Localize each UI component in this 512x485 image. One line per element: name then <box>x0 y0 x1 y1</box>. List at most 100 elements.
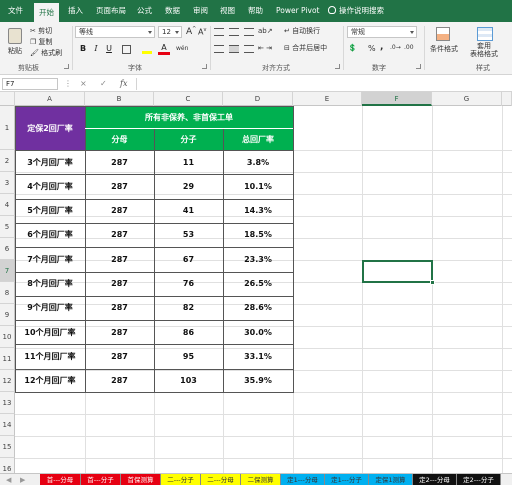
cell-numerator[interactable]: 11 <box>154 150 223 174</box>
tab-review[interactable]: 审阅 <box>193 0 208 22</box>
sheet-tab[interactable]: 首---分子 <box>81 474 121 485</box>
selected-cell-f7[interactable] <box>362 260 435 285</box>
row-header-8[interactable]: 8 <box>0 282 15 304</box>
cell-denominator[interactable]: 287 <box>85 272 154 296</box>
wrap-text-button[interactable]: ↵ 自动换行 <box>284 26 320 36</box>
align-top-icon[interactable] <box>214 28 224 36</box>
scroll-left-icon[interactable]: ◀ <box>6 474 11 485</box>
row-header-5[interactable]: 5 <box>0 216 15 238</box>
column-header-a[interactable]: A <box>15 92 85 106</box>
cell-row-label[interactable]: 8个月回厂率 <box>15 272 85 296</box>
scroll-right-icon[interactable]: ▶ <box>20 474 25 485</box>
currency-icon[interactable]: 💲 <box>348 44 357 52</box>
bold-button[interactable]: B <box>77 43 89 55</box>
number-format-dropdown[interactable]: 常规 <box>347 26 417 38</box>
row-header-14[interactable]: 14 <box>0 414 15 436</box>
row-header-6[interactable]: 6 <box>0 238 15 260</box>
sheet-tab[interactable]: 定2---分母 <box>413 474 457 485</box>
tab-view[interactable]: 视图 <box>220 0 235 22</box>
tab-data[interactable]: 数据 <box>165 0 180 22</box>
cell-denominator[interactable]: 287 <box>85 223 154 247</box>
tab-power-pivot[interactable]: Power Pivot <box>276 0 319 22</box>
font-size-dropdown[interactable]: 12 <box>158 26 182 38</box>
cell-d2-header[interactable]: 总回厂率 <box>223 128 293 150</box>
column-header-g[interactable]: G <box>432 92 502 106</box>
cell-denominator[interactable]: 287 <box>85 320 154 344</box>
tab-file[interactable]: 文件 <box>8 0 23 22</box>
underline-button[interactable]: U <box>103 43 115 55</box>
cell-b1-merged-header[interactable]: 所有非保养、非首保工单 <box>85 106 293 128</box>
cell-rate[interactable]: 3.8% <box>223 150 293 174</box>
column-header-e[interactable]: E <box>293 92 362 106</box>
cell-denominator[interactable]: 287 <box>85 344 154 368</box>
cell-denominator[interactable]: 287 <box>85 369 154 393</box>
tab-formulas[interactable]: 公式 <box>137 0 152 22</box>
cell-denominator[interactable]: 287 <box>85 150 154 174</box>
decrease-decimal-icon[interactable]: .00 <box>404 44 414 51</box>
row-header-9[interactable]: 9 <box>0 304 15 326</box>
spreadsheet-grid[interactable]: A B C D E F G 1 2 3 4 5 6 7 8 9 10 11 12… <box>0 92 512 473</box>
enter-icon[interactable]: ✓ <box>100 78 107 90</box>
cell-rate[interactable]: 33.1% <box>223 344 293 368</box>
cell-denominator[interactable]: 287 <box>85 296 154 320</box>
column-header-b[interactable]: B <box>85 92 154 106</box>
font-name-dropdown[interactable]: 等线 <box>75 26 155 38</box>
row-header-13[interactable]: 13 <box>0 392 15 414</box>
row-header-10[interactable]: 10 <box>0 326 15 348</box>
cell-row-label[interactable]: 3个月回厂率 <box>15 150 85 174</box>
cell-b2-header[interactable]: 分母 <box>85 128 154 150</box>
sheet-tab[interactable]: 定2---分子 <box>457 474 501 485</box>
cell-rate[interactable]: 14.3% <box>223 199 293 223</box>
border-icon[interactable] <box>122 45 131 54</box>
row-header-2[interactable]: 2 <box>0 150 15 172</box>
format-painter-button[interactable]: 🖌 格式刷 <box>30 48 62 58</box>
tab-insert[interactable]: 插入 <box>68 0 83 22</box>
cell-row-label[interactable]: 12个月回厂率 <box>15 369 85 393</box>
cell-numerator[interactable]: 67 <box>154 247 223 271</box>
increase-decimal-icon[interactable]: .0→ <box>390 44 401 51</box>
conditional-format-icon[interactable] <box>436 27 450 41</box>
name-box[interactable]: F7 <box>2 78 58 90</box>
cell-row-label[interactable]: 9个月回厂率 <box>15 296 85 320</box>
cell-numerator[interactable]: 95 <box>154 344 223 368</box>
comma-button[interactable]: , <box>380 42 383 52</box>
decrease-font-icon[interactable]: Av <box>198 27 206 37</box>
sheet-tab[interactable]: 首保测算 <box>121 474 161 485</box>
sheet-tab[interactable]: 首---分母 <box>40 474 81 485</box>
cell-numerator[interactable]: 76 <box>154 272 223 296</box>
cell-rate[interactable]: 26.5% <box>223 272 293 296</box>
percent-button[interactable]: % <box>368 44 376 53</box>
fill-color-icon[interactable] <box>142 45 152 54</box>
conditional-format-button[interactable]: 条件格式 <box>430 44 458 54</box>
phonetic-icon[interactable]: wén <box>176 45 188 52</box>
cell-row-label[interactable]: 5个月回厂率 <box>15 199 85 223</box>
column-header-h[interactable] <box>502 92 512 106</box>
cell-row-label[interactable]: 4个月回厂率 <box>15 174 85 198</box>
cell-denominator[interactable]: 287 <box>85 174 154 198</box>
paste-icon[interactable] <box>8 28 22 44</box>
indent-icon[interactable]: ⇤ ⇥ <box>258 44 272 52</box>
tab-page-layout[interactable]: 页面布局 <box>96 0 126 22</box>
row-header-11[interactable]: 11 <box>0 348 15 370</box>
number-launcher[interactable] <box>416 64 421 69</box>
cell-rate[interactable]: 35.9% <box>223 369 293 393</box>
cell-numerator[interactable]: 53 <box>154 223 223 247</box>
table-format-icon[interactable] <box>477 27 493 41</box>
alignment-launcher[interactable] <box>335 64 340 69</box>
fill-handle[interactable] <box>430 280 435 285</box>
cell-numerator[interactable]: 41 <box>154 199 223 223</box>
italic-button[interactable]: I <box>90 43 102 55</box>
copy-button[interactable]: ❐ 复制 <box>30 37 53 47</box>
tab-help[interactable]: 帮助 <box>248 0 263 22</box>
align-bottom-icon[interactable] <box>244 28 254 36</box>
cell-row-label[interactable]: 11个月回厂率 <box>15 344 85 368</box>
row-header-4[interactable]: 4 <box>0 194 15 216</box>
align-right-icon[interactable] <box>244 45 254 53</box>
insert-function-icon[interactable]: fx <box>120 78 127 90</box>
cell-a1-header[interactable]: 定保2回厂率 <box>15 106 85 150</box>
cell-row-label[interactable]: 10个月回厂率 <box>15 320 85 344</box>
row-header-7[interactable]: 7 <box>0 260 15 282</box>
sheet-tab[interactable]: 二---分母 <box>201 474 241 485</box>
cell-rate[interactable]: 18.5% <box>223 223 293 247</box>
sheet-tab[interactable]: 二保测算 <box>241 474 281 485</box>
